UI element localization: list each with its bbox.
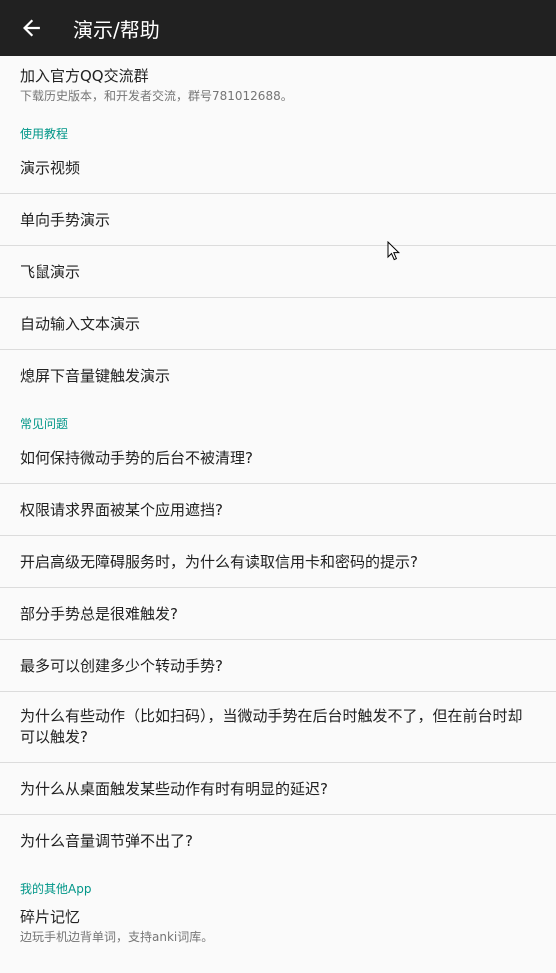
tutorial-item-one-way[interactable]: 单向手势演示 — [0, 194, 556, 246]
tutorial-item-volume-key[interactable]: 熄屏下音量键触发演示 — [0, 350, 556, 402]
tutorial-item-label: 演示视频 — [20, 158, 81, 177]
faq-item-volume-popup[interactable]: 为什么音量调节弹不出了? — [0, 815, 556, 867]
faq-item-label: 为什么音量调节弹不出了? — [20, 832, 193, 850]
back-button[interactable] — [0, 0, 64, 56]
mouse-cursor-icon — [387, 241, 401, 261]
qq-group-title: 加入官方QQ交流群 — [20, 67, 149, 85]
tutorial-item-label: 飞鼠演示 — [20, 262, 81, 281]
other-app-title: 碎片记忆 — [20, 908, 81, 926]
faq-item-delay[interactable]: 为什么从桌面触发某些动作有时有明显的延迟? — [0, 763, 556, 815]
faq-item-scan-background[interactable]: 为什么有些动作（比如扫码），当微动手势在后台时触发不了，但在前台时却可以触发? — [0, 692, 556, 763]
preference-list: 加入官方QQ交流群 下载历史版本，和开发者交流，群号781012688。 使用教… — [0, 56, 556, 953]
other-app-summary: 边玩手机边背单词，支持anki词库。 — [20, 930, 214, 944]
faq-item-label: 为什么从桌面触发某些动作有时有明显的延迟? — [20, 779, 328, 798]
tutorial-item-air-mouse[interactable]: 飞鼠演示 — [0, 246, 556, 298]
qq-group-summary: 下载历史版本，和开发者交流，群号781012688。 — [20, 89, 293, 103]
tutorial-item-label: 熄屏下音量键触发演示 — [20, 367, 171, 385]
faq-item-background[interactable]: 如何保持微动手势的后台不被清理? — [0, 432, 556, 484]
faq-item-label: 如何保持微动手势的后台不被清理? — [20, 448, 253, 467]
faq-item-permission[interactable]: 权限请求界面被某个应用遮挡? — [0, 484, 556, 536]
faq-item-label: 权限请求界面被某个应用遮挡? — [20, 500, 223, 519]
other-apps-header: 我的其他App — [20, 882, 92, 896]
faq-item-label: 开启高级无障碍服务时，为什么有读取信用卡和密码的提示? — [20, 552, 418, 571]
faq-item-accessibility[interactable]: 开启高级无障碍服务时，为什么有读取信用卡和密码的提示? — [0, 536, 556, 588]
faq-item-label: 为什么有些动作（比如扫码），当微动手势在后台时触发不了，但在前台时却可以触发? — [20, 707, 523, 746]
tutorial-item-video[interactable]: 演示视频 — [0, 142, 556, 194]
qq-group-item[interactable]: 加入官方QQ交流群 下载历史版本，和开发者交流，群号781012688。 — [0, 56, 556, 112]
tutorial-item-label: 自动输入文本演示 — [20, 314, 141, 333]
faq-item-max-gestures[interactable]: 最多可以创建多少个转动手势? — [0, 640, 556, 692]
faq-item-label: 最多可以创建多少个转动手势? — [20, 656, 223, 675]
back-arrow-icon — [23, 19, 40, 37]
tutorial-header: 使用教程 — [20, 127, 69, 141]
faq-item-label: 部分手势总是很难触发? — [20, 604, 178, 623]
tutorial-item-label: 单向手势演示 — [20, 210, 111, 229]
tutorial-item-auto-input[interactable]: 自动输入文本演示 — [0, 298, 556, 350]
faq-item-hard-trigger[interactable]: 部分手势总是很难触发? — [0, 588, 556, 640]
app-window: 演示/帮助 加入官方QQ交流群 下载历史版本，和开发者交流，群号78101268… — [0, 0, 556, 973]
faq-header: 常见问题 — [20, 417, 69, 431]
toolbar: 演示/帮助 — [0, 0, 556, 56]
page-title: 演示/帮助 — [73, 17, 160, 42]
other-app-item-fragment-memory[interactable]: 碎片记忆 边玩手机边背单词，支持anki词库。 — [0, 897, 556, 953]
